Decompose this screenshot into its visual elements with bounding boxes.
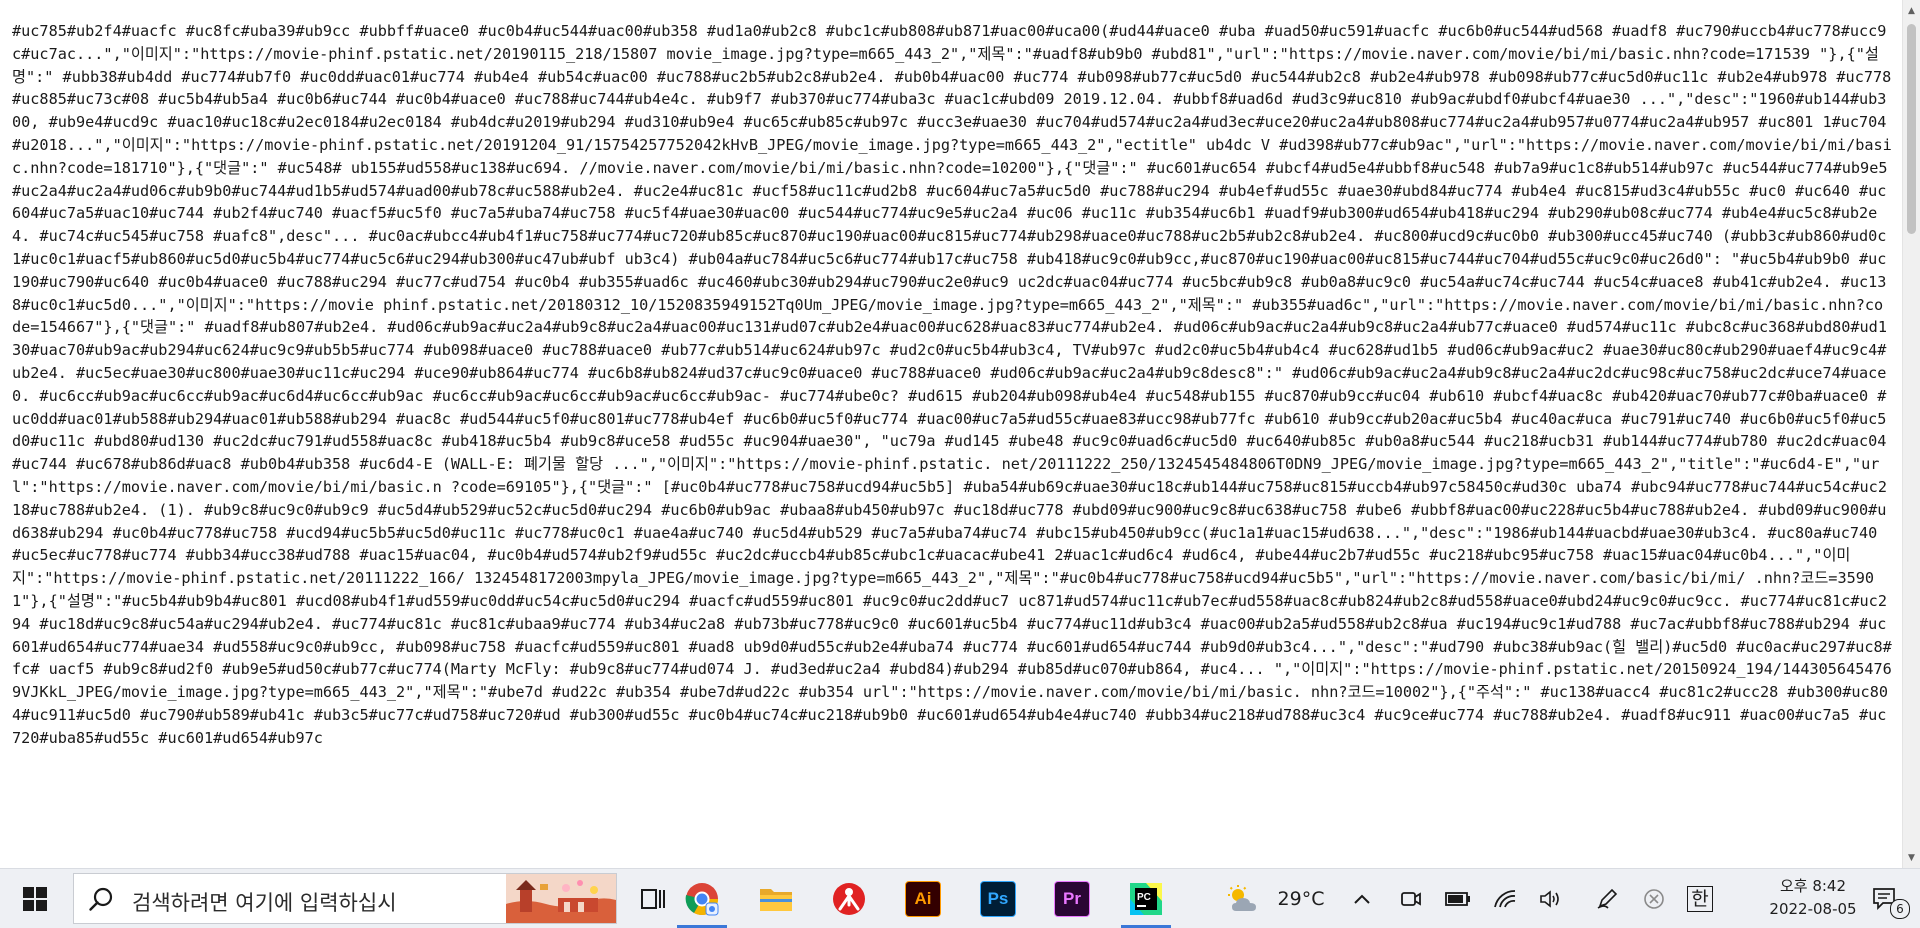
pen-icon	[1597, 888, 1618, 909]
premiere-icon: Pr	[1054, 880, 1090, 917]
tray-status[interactable]	[1637, 869, 1671, 928]
meet-now-icon	[1401, 891, 1421, 906]
tray-network[interactable]	[1488, 869, 1522, 928]
battery-icon	[1445, 891, 1470, 906]
task-view-icon	[641, 888, 665, 909]
chrome-icon	[685, 882, 719, 915]
scroll-thumb[interactable]	[1907, 24, 1916, 234]
taskbar: 검색하려면 여기에 입력하십시 Ai Ps Pr PC 29°C 한 오후 8:…	[0, 868, 1920, 928]
clock[interactable]: 오후 8:42 2022-08-05	[1758, 875, 1868, 925]
svg-text:PC: PC	[1137, 892, 1151, 903]
search-placeholder: 검색하려면 여기에 입력하십시	[132, 891, 397, 915]
search-highlight-icon	[506, 874, 616, 923]
weather-temperature[interactable]: 29°C	[1268, 869, 1334, 928]
show-hidden-icons-button[interactable]	[1346, 869, 1378, 928]
taskbar-app-chrome[interactable]	[671, 869, 733, 928]
taskbar-search[interactable]: 검색하려면 여기에 입력하십시	[73, 873, 617, 924]
taskbar-app-photoshop[interactable]: Ps	[967, 869, 1029, 928]
vertical-scrollbar[interactable]: ▲ ▼	[1902, 0, 1920, 868]
red-figure-icon	[833, 882, 865, 915]
chevron-up-icon	[1354, 894, 1370, 904]
notification-center-button[interactable]: 6	[1860, 869, 1910, 928]
notification-count-badge: 6	[1890, 899, 1910, 919]
tray-pen[interactable]	[1590, 869, 1624, 928]
start-button[interactable]	[0, 869, 70, 928]
illustrator-icon: Ai	[905, 880, 941, 917]
tray-meet-now[interactable]	[1394, 869, 1428, 928]
partly-sunny-icon	[1228, 884, 1256, 911]
speaker-icon	[1540, 889, 1559, 908]
scroll-up-icon[interactable]: ▲	[1903, 2, 1920, 19]
json-content[interactable]: #uc785#ub2f4#uacfc #uc8fc#uba39#ub9cc #u…	[12, 20, 1892, 750]
close-circle-icon	[1644, 888, 1664, 909]
taskbar-app-premiere[interactable]: Pr	[1041, 869, 1103, 928]
ime-label: 한	[1687, 885, 1713, 912]
clock-time: 오후 8:42	[1779, 877, 1847, 895]
weather-widget[interactable]	[1222, 869, 1264, 928]
windows-icon	[23, 886, 47, 911]
scroll-down-icon[interactable]: ▼	[1903, 849, 1920, 866]
taskbar-app-pycharm[interactable]: PC	[1115, 869, 1177, 928]
clock-date: 2022-08-05	[1769, 900, 1857, 918]
wifi-icon	[1494, 889, 1516, 907]
photoshop-icon: Ps	[980, 880, 1016, 917]
tray-volume[interactable]	[1534, 869, 1568, 928]
search-icon	[89, 887, 113, 911]
taskbar-app-explorer[interactable]	[745, 869, 807, 928]
text-viewer[interactable]: #uc785#ub2f4#uacfc #uc8fc#uba39#ub9cc #u…	[0, 0, 1902, 868]
folder-icon	[760, 888, 792, 911]
taskbar-app-illustrator[interactable]: Ai	[892, 869, 954, 928]
tray-ime[interactable]: 한	[1683, 869, 1717, 928]
taskbar-app-red[interactable]	[818, 869, 880, 928]
tray-battery[interactable]	[1441, 869, 1475, 928]
pycharm-icon: PC	[1130, 882, 1162, 915]
